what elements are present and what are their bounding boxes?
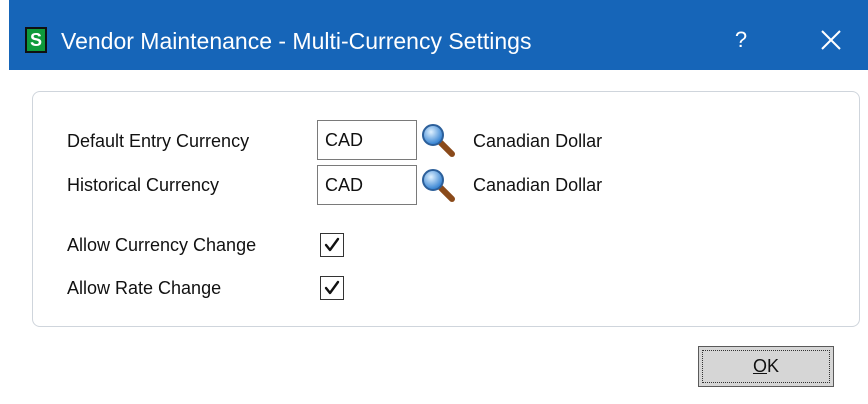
window-left-border bbox=[0, 0, 9, 404]
checkmark-icon bbox=[324, 280, 340, 295]
title-bar[interactable]: S Vendor Maintenance - Multi-Currency Se… bbox=[9, 0, 868, 70]
settings-group-box: Default Entry Currency CAD Canadian Doll… bbox=[32, 91, 860, 327]
ok-button[interactable]: OK bbox=[698, 346, 834, 387]
historical-currency-field[interactable]: CAD bbox=[317, 165, 417, 205]
allow-currency-change-checkbox[interactable] bbox=[320, 233, 344, 257]
allow-currency-change-label: Allow Currency Change bbox=[67, 235, 257, 255]
close-icon bbox=[821, 30, 841, 50]
historical-currency-label: Historical Currency bbox=[67, 175, 220, 195]
default-entry-currency-label: Default Entry Currency bbox=[67, 131, 250, 151]
close-button[interactable] bbox=[809, 20, 853, 60]
ok-button-label: OK bbox=[753, 356, 779, 377]
default-entry-currency-description: Canadian Dollar bbox=[473, 131, 603, 151]
allow-rate-change-checkbox[interactable] bbox=[320, 276, 344, 300]
magnifier-icon bbox=[422, 124, 455, 157]
historical-currency-lookup-button[interactable] bbox=[420, 167, 456, 203]
app-icon-letter: S bbox=[29, 30, 42, 50]
ok-mnemonic: O bbox=[752, 356, 767, 376]
default-entry-currency-field[interactable]: CAD bbox=[317, 120, 417, 160]
magnifier-icon bbox=[422, 169, 455, 202]
sage-app-icon: S bbox=[25, 27, 47, 53]
historical-currency-description: Canadian Dollar bbox=[473, 175, 603, 195]
default-entry-currency-lookup-button[interactable] bbox=[420, 122, 456, 158]
help-button[interactable]: ? bbox=[719, 20, 763, 60]
checkmark-icon bbox=[324, 237, 340, 252]
dialog-window: S Vendor Maintenance - Multi-Currency Se… bbox=[9, 0, 868, 404]
ok-label-rest: K bbox=[767, 356, 780, 376]
window-title: Vendor Maintenance - Multi-Currency Sett… bbox=[61, 28, 532, 54]
allow-rate-change-label: Allow Rate Change bbox=[67, 278, 222, 298]
